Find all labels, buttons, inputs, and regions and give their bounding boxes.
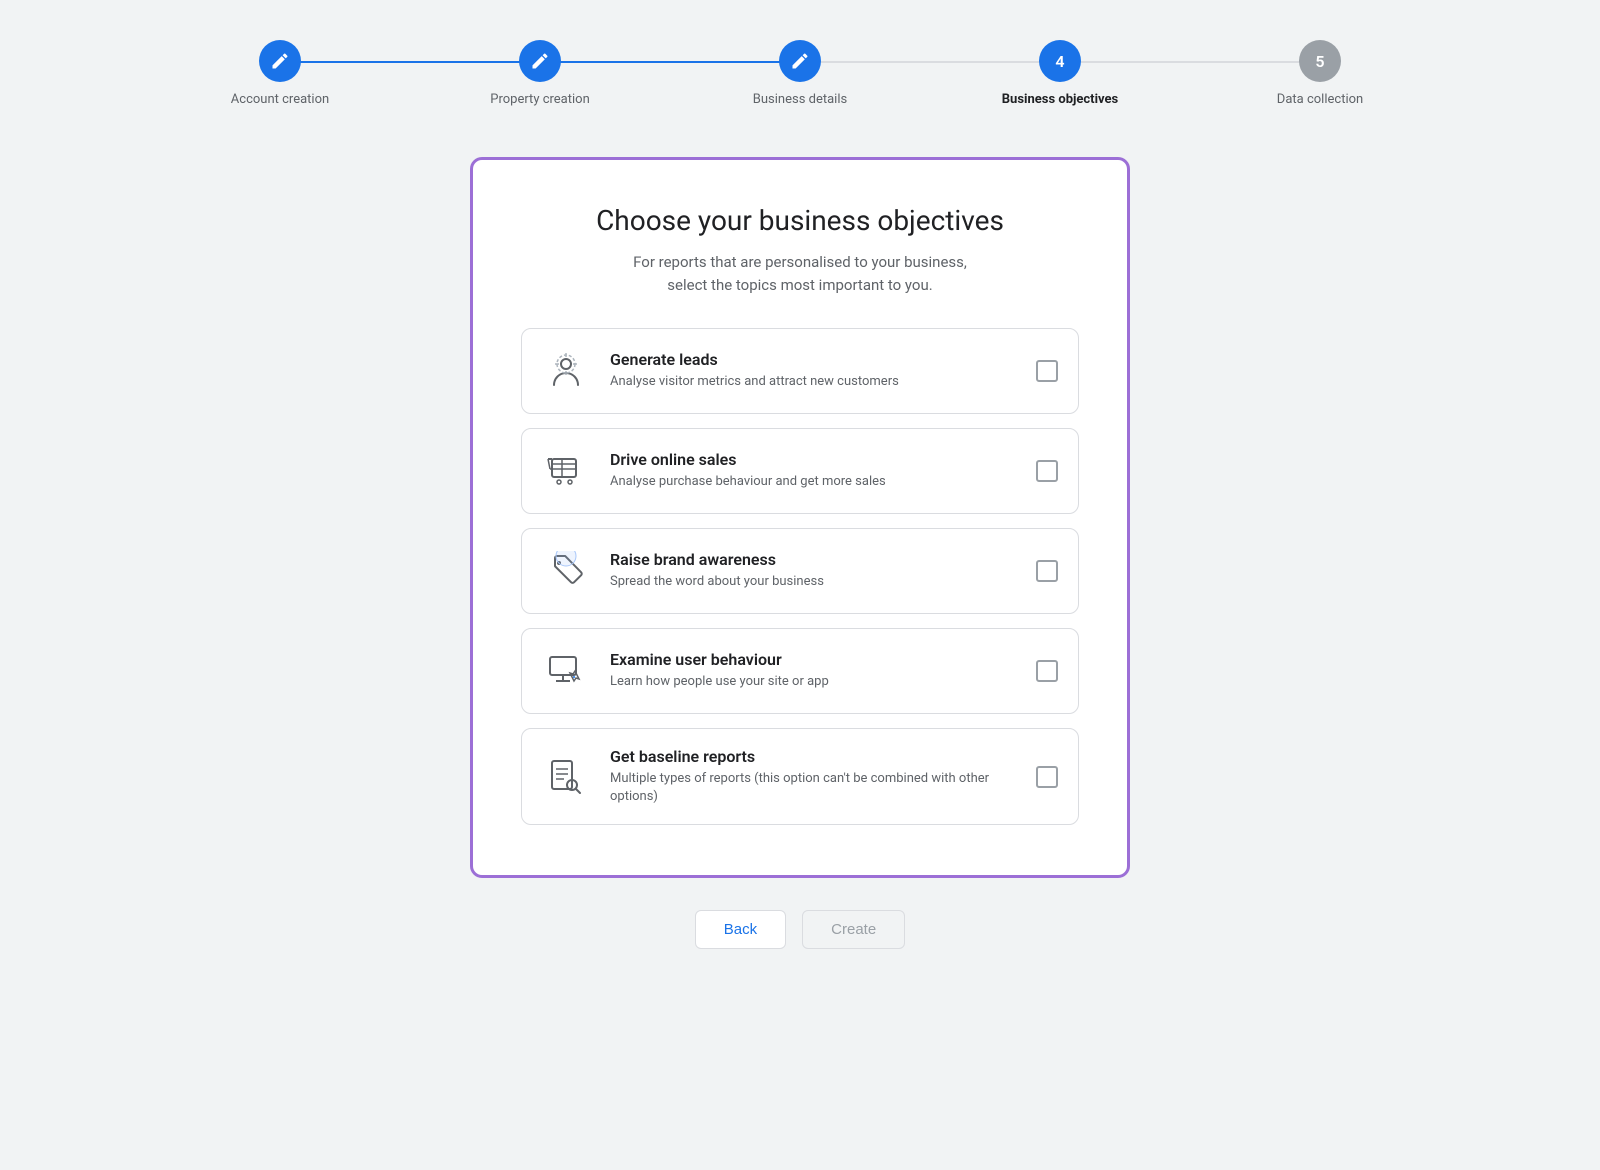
option-raise-brand-awareness[interactable]: Raise brand awareness Spread the word ab… (521, 528, 1079, 614)
create-button[interactable]: Create (802, 910, 905, 949)
option-get-baseline-reports-desc: Multiple types of reports (this option c… (610, 770, 1036, 806)
card-content: Choose your business objectives For repo… (473, 160, 1127, 875)
step-line-4 (1060, 61, 1320, 63)
search-report-icon (542, 753, 590, 801)
target-person-icon (542, 347, 590, 395)
option-raise-brand-awareness-title: Raise brand awareness (610, 550, 1036, 569)
step-label-5: Data collection (1277, 92, 1363, 107)
step-label-1: Account creation (231, 92, 329, 107)
action-buttons: Back Create (695, 910, 905, 949)
stepper: Account creation Property creation Busin… (150, 40, 1450, 107)
option-drive-online-sales[interactable]: Drive online sales Analyse purchase beha… (521, 428, 1079, 514)
option-generate-leads[interactable]: Generate leads Analyse visitor metrics a… (521, 328, 1079, 414)
option-drive-online-sales-checkbox[interactable] (1036, 460, 1058, 482)
step-label-3: Business details (753, 92, 847, 107)
option-generate-leads-checkbox[interactable] (1036, 360, 1058, 382)
option-generate-leads-title: Generate leads (610, 350, 1036, 369)
step-line-2 (540, 61, 800, 63)
step-circle-1 (259, 40, 301, 82)
step-circle-4: 4 (1039, 40, 1081, 82)
back-button[interactable]: Back (695, 910, 786, 949)
option-get-baseline-reports-text: Get baseline reports Multiple types of r… (610, 747, 1036, 806)
tag-icon (542, 547, 590, 595)
step-label-2: Property creation (490, 92, 590, 107)
card-subtitle: For reports that are personalised to you… (521, 251, 1079, 296)
option-examine-user-behaviour-text: Examine user behaviour Learn how people … (610, 650, 1036, 691)
option-examine-user-behaviour[interactable]: Examine user behaviour Learn how people … (521, 628, 1079, 714)
option-examine-user-behaviour-title: Examine user behaviour (610, 650, 1036, 669)
step-line-1 (280, 61, 540, 63)
option-drive-online-sales-text: Drive online sales Analyse purchase beha… (610, 450, 1036, 491)
step-circle-3 (779, 40, 821, 82)
step-data-collection: 5 Data collection (1190, 40, 1450, 107)
option-get-baseline-reports[interactable]: Get baseline reports Multiple types of r… (521, 728, 1079, 825)
monitor-cursor-icon (542, 647, 590, 695)
step-business-details: Business details (670, 40, 930, 107)
option-examine-user-behaviour-desc: Learn how people use your site or app (610, 673, 1036, 691)
step-label-4: Business objectives (1002, 92, 1118, 107)
option-raise-brand-awareness-desc: Spread the word about your business (610, 573, 1036, 591)
step-circle-2 (519, 40, 561, 82)
option-generate-leads-text: Generate leads Analyse visitor metrics a… (610, 350, 1036, 391)
option-drive-online-sales-title: Drive online sales (610, 450, 1036, 469)
option-raise-brand-awareness-checkbox[interactable] (1036, 560, 1058, 582)
card-title: Choose your business objectives (521, 204, 1079, 237)
option-raise-brand-awareness-text: Raise brand awareness Spread the word ab… (610, 550, 1036, 591)
option-get-baseline-reports-checkbox[interactable] (1036, 766, 1058, 788)
shopping-cart-icon (542, 447, 590, 495)
business-objectives-card: Choose your business objectives For repo… (470, 157, 1130, 878)
option-drive-online-sales-desc: Analyse purchase behaviour and get more … (610, 473, 1036, 491)
step-account-creation: Account creation (150, 40, 410, 107)
option-generate-leads-desc: Analyse visitor metrics and attract new … (610, 373, 1036, 391)
option-get-baseline-reports-title: Get baseline reports (610, 747, 1036, 766)
step-property-creation: Property creation (410, 40, 670, 107)
option-examine-user-behaviour-checkbox[interactable] (1036, 660, 1058, 682)
step-line-3 (800, 61, 1060, 63)
step-circle-5: 5 (1299, 40, 1341, 82)
step-business-objectives: 4 Business objectives (930, 40, 1190, 107)
